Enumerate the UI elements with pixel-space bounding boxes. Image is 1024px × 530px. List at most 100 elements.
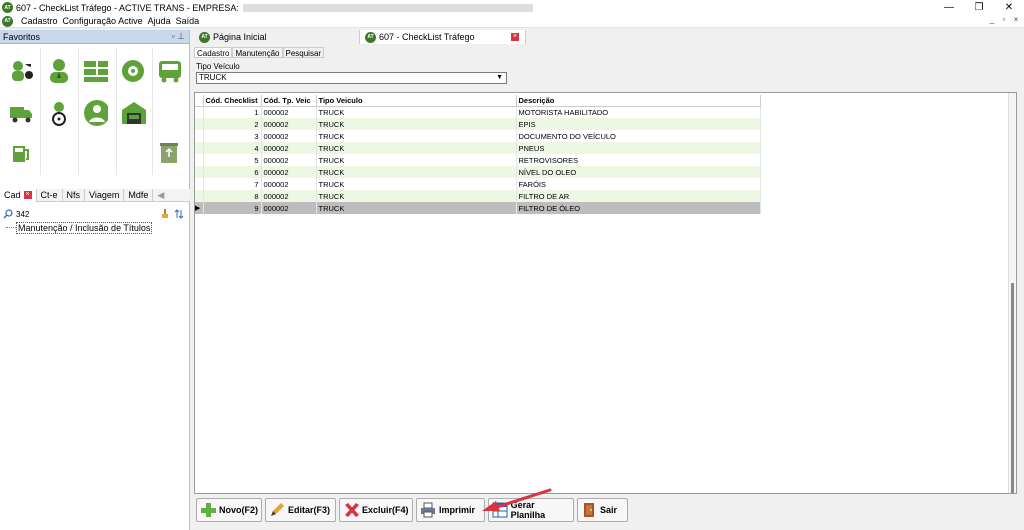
driver-icon[interactable]: [46, 58, 72, 84]
fuel-pump-icon[interactable]: [8, 140, 34, 166]
table-cell: EPIS: [516, 118, 761, 130]
table-cell: TRUCK: [316, 154, 517, 166]
sair-button[interactable]: Sair: [577, 498, 628, 522]
table-cell: 000002: [261, 178, 317, 190]
garage-icon[interactable]: [120, 100, 146, 126]
scroll-left-icon[interactable]: ◀: [153, 189, 168, 202]
row-indicator[interactable]: [195, 106, 204, 118]
tipo-veiculo-label: Tipo Veículo: [196, 62, 240, 71]
table-cell: NÍVEL DO OLEO: [516, 166, 761, 178]
close-button[interactable]: ✕: [994, 0, 1024, 15]
tab-cadastro[interactable]: Cadastro: [194, 47, 233, 58]
pin-icon[interactable]: ▫ ⊥: [171, 31, 185, 42]
table-cell: TRUCK: [316, 142, 517, 154]
table-cell: 7: [203, 178, 262, 190]
add-user-icon[interactable]: [8, 58, 34, 84]
mdi-close-button[interactable]: ×: [1012, 15, 1020, 24]
favorites-icon-grid: [2, 48, 188, 175]
table-cell: TRUCK: [316, 106, 517, 118]
row-indicator[interactable]: [195, 118, 204, 130]
row-indicator[interactable]: [195, 178, 204, 190]
checklist-grid: Cód. Checklist Cód. Tp. Veic Tipo Veicul…: [194, 92, 1017, 494]
tab-checklist-trafego[interactable]: AT 607 - CheckList Tráfego ×: [360, 30, 526, 44]
row-indicator[interactable]: ▶: [195, 202, 204, 214]
table-cell: 4: [203, 142, 262, 154]
restore-button[interactable]: ❐: [964, 0, 994, 15]
document-tabs: AT Página Inicial AT 607 - CheckList Trá…: [194, 30, 526, 44]
clear-brush-icon[interactable]: [160, 209, 170, 219]
table-row[interactable]: 7 000002 TRUCK FARÓIS: [195, 178, 761, 190]
close-icon[interactable]: ×: [23, 191, 32, 200]
row-indicator[interactable]: [195, 130, 204, 142]
tab-pagina-inicial[interactable]: AT Página Inicial: [194, 30, 360, 44]
favorites-header: Favoritos ▫ ⊥: [0, 30, 189, 44]
chevron-down-icon[interactable]: ▼: [496, 73, 503, 83]
table-cell: 2: [203, 118, 262, 130]
table-cell: FILTRO DE AR: [516, 190, 761, 202]
vertical-scrollbar[interactable]: [1008, 93, 1016, 493]
mdi-minimize-button[interactable]: _: [988, 15, 996, 24]
tipo-veiculo-select[interactable]: TRUCK ▼: [196, 72, 507, 84]
driver-seat-icon[interactable]: [82, 100, 108, 126]
delivery-truck-icon[interactable]: [8, 100, 34, 126]
tab-viagem[interactable]: Viagem: [85, 188, 125, 202]
app-logo-icon: AT: [2, 15, 13, 27]
menu-saida[interactable]: Saída: [176, 16, 200, 26]
table-cell: TRUCK: [316, 202, 517, 214]
table-row[interactable]: 5 000002 TRUCK RETROVISORES: [195, 154, 761, 166]
table-row[interactable]: 3 000002 TRUCK DOCUMENTO DO VEÍCULO: [195, 130, 761, 142]
table-row[interactable]: 6 000002 TRUCK NÍVEL DO OLEO: [195, 166, 761, 178]
tab-manutencao[interactable]: Manutenção: [232, 47, 283, 58]
row-indicator[interactable]: [195, 166, 204, 178]
table-row[interactable]: 4 000002 TRUCK PNEUS: [195, 142, 761, 154]
steering-driver-icon[interactable]: [46, 100, 72, 126]
table-cell: 000002: [261, 190, 317, 202]
editar-button[interactable]: Editar(F3): [265, 498, 336, 522]
novo-button[interactable]: Novo(F2): [196, 498, 262, 522]
imprimir-button[interactable]: Imprimir: [416, 498, 485, 522]
sort-icon[interactable]: [174, 209, 184, 219]
menu-configuracao[interactable]: Configuração Active: [63, 16, 143, 26]
table-cell: 000002: [261, 154, 317, 166]
table-cell: 000002: [261, 202, 317, 214]
table-cell: TRUCK: [316, 190, 517, 202]
table-cell: 000002: [261, 130, 317, 142]
excluir-button[interactable]: Excluir(F4): [339, 498, 413, 522]
wheel-icon[interactable]: [120, 58, 146, 84]
tab-mdfe[interactable]: Mdfe: [124, 188, 154, 202]
tree-item[interactable]: Manutenção / Inclusão de Títulos: [16, 222, 153, 234]
form-tabs: Cadastro Manutenção Pesquisar: [194, 47, 325, 58]
close-tab-icon[interactable]: ×: [511, 33, 519, 41]
table-row[interactable]: 1 000002 TRUCK MOTORISTA HABILITADO: [195, 106, 761, 118]
tab-pesquisar[interactable]: Pesquisar: [282, 47, 325, 58]
checklist-table: Cód. Checklist Cód. Tp. Veic Tipo Veicul…: [195, 95, 761, 214]
col-cod-tp-veic[interactable]: Cód. Tp. Veic: [261, 95, 317, 107]
row-indicator[interactable]: [195, 190, 204, 202]
menu-cadastro[interactable]: Cadastro: [21, 16, 58, 26]
table-cell: 000002: [261, 166, 317, 178]
search-input[interactable]: 342: [16, 210, 160, 219]
col-descricao[interactable]: Descrição: [516, 95, 761, 107]
table-row[interactable]: ▶ 9 000002 TRUCK FILTRO DE ÓLEO: [195, 202, 761, 214]
tab-ct-e[interactable]: Ct-e: [37, 188, 63, 202]
bus-icon[interactable]: [156, 58, 182, 84]
fleet-trucks-icon[interactable]: [82, 58, 108, 84]
row-indicator[interactable]: [195, 154, 204, 166]
mdi-restore-button[interactable]: ▫: [1000, 15, 1008, 24]
table-cell: 8: [203, 190, 262, 202]
tab-nfs[interactable]: Nfs: [63, 188, 86, 202]
row-indicator[interactable]: [195, 142, 204, 154]
scrollbar-thumb[interactable]: [1011, 283, 1014, 493]
table-cell: TRUCK: [316, 166, 517, 178]
minimize-button[interactable]: —: [934, 0, 964, 15]
col-cod-checklist[interactable]: Cód. Checklist: [203, 95, 262, 107]
menu-bar: AT Cadastro Configuração Active Ajuda Sa…: [0, 15, 1024, 28]
table-cell: TRUCK: [316, 130, 517, 142]
app-logo-icon: AT: [365, 31, 376, 43]
table-row[interactable]: 8 000002 TRUCK FILTRO DE AR: [195, 190, 761, 202]
menu-ajuda[interactable]: Ajuda: [148, 16, 171, 26]
table-row[interactable]: 2 000002 TRUCK EPIS: [195, 118, 761, 130]
col-tipo-veiculo[interactable]: Tipo Veiculo: [316, 95, 517, 107]
tab-cad[interactable]: Cad ×: [0, 188, 37, 202]
recycle-bin-icon[interactable]: [156, 140, 182, 166]
